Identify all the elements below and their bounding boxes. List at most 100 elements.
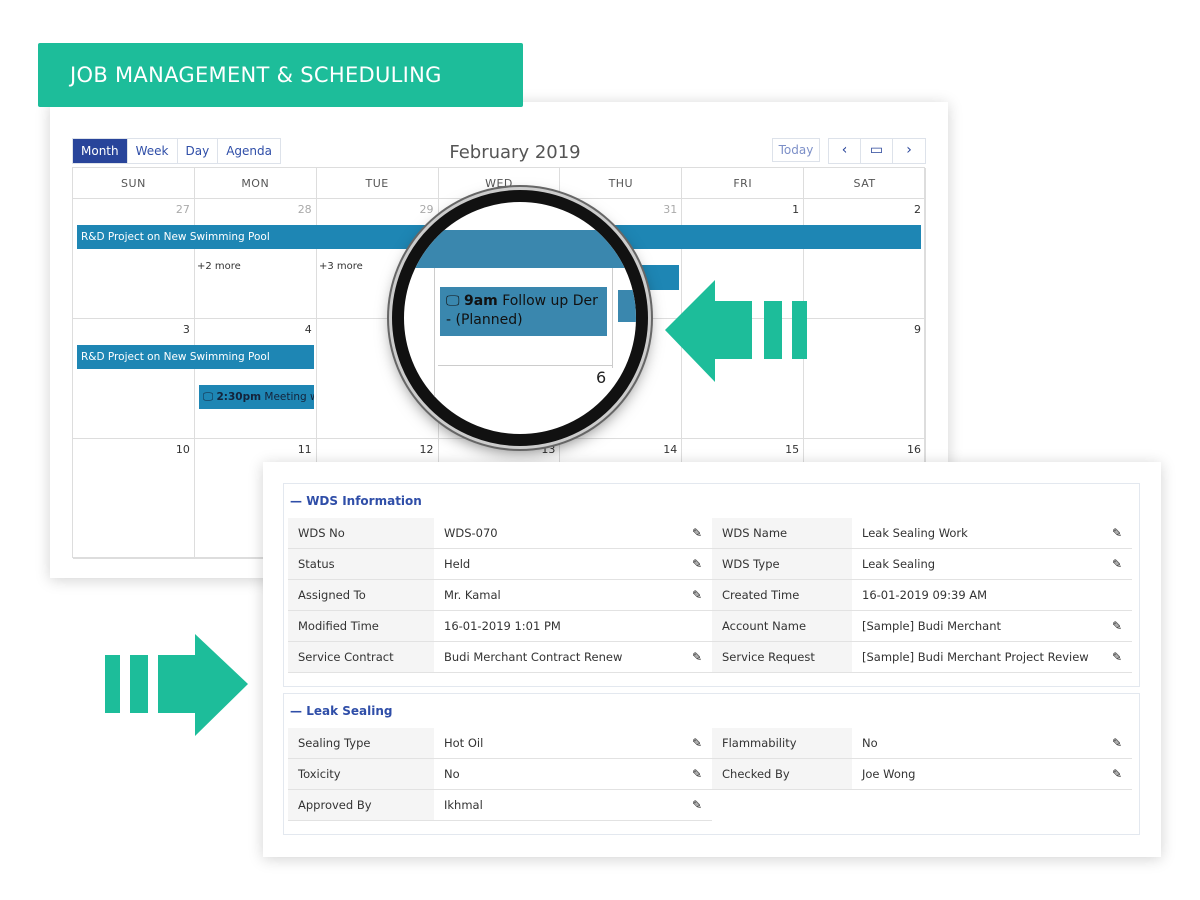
weekday-header: TUE: [316, 168, 439, 199]
section-wds-information: — WDS Information WDS No WDS-070 ✎ WDS N…: [283, 483, 1140, 687]
field-row: Status Held ✎: [288, 549, 712, 580]
event-title: Meeting w: [264, 391, 314, 403]
field-value: Leak Sealing Work: [862, 526, 968, 540]
event-followup[interactable]: 🖵 9am Follow up Der - (Planned): [440, 287, 607, 336]
event-time: 2:30pm: [216, 391, 262, 403]
field-label: Assigned To: [288, 580, 434, 610]
section-toggle[interactable]: — WDS Information: [290, 494, 422, 508]
event-zoomed-partial: [618, 290, 636, 322]
chevron-left-icon[interactable]: ‹: [829, 139, 861, 163]
field-label: WDS No: [288, 518, 434, 548]
field-row: Toxicity No ✎: [288, 759, 712, 790]
pencil-icon[interactable]: ✎: [692, 790, 702, 820]
field-row: Account Name [Sample] Budi Merchant ✎: [712, 611, 1132, 642]
field-row: Checked By Joe Wong ✎: [712, 759, 1132, 790]
pencil-icon[interactable]: ✎: [692, 549, 702, 579]
day-number: 14: [663, 443, 678, 456]
field-label: Service Contract: [288, 642, 434, 672]
magnifier-lens: 🖵 9am Follow up Der - (Planned) 6: [392, 190, 648, 446]
weekday-header: FRI: [682, 168, 805, 199]
field-value: Budi Merchant Contract Renew: [444, 650, 623, 664]
day-number: 15: [785, 443, 800, 456]
field-label: Modified Time: [288, 611, 434, 641]
tab-day[interactable]: Day: [177, 139, 219, 163]
more-link[interactable]: +3 more: [319, 261, 363, 272]
day-number: 11: [297, 443, 312, 456]
tab-agenda[interactable]: Agenda: [218, 139, 281, 163]
event-status: - (Planned): [446, 312, 523, 328]
day-number: 27: [175, 203, 190, 216]
pencil-icon[interactable]: ✎: [1112, 549, 1122, 579]
event-title: Follow up Der: [502, 293, 598, 309]
pencil-icon[interactable]: ✎: [692, 580, 702, 610]
day-number: 13: [541, 443, 556, 456]
chevron-right-icon[interactable]: ›: [893, 139, 925, 163]
monitor-icon: 🖵: [203, 391, 217, 403]
project-bar-zoomed: [404, 230, 636, 268]
calendar-nav: ‹ ▭ ›: [828, 138, 926, 164]
day-number: 31: [663, 203, 678, 216]
pencil-icon[interactable]: ✎: [1112, 518, 1122, 548]
pencil-icon[interactable]: ✎: [1112, 642, 1122, 672]
field-label: WDS Name: [712, 518, 852, 548]
field-label: Checked By: [712, 759, 852, 789]
field-value: WDS-070: [444, 526, 498, 540]
day-number: 28: [297, 203, 312, 216]
field-value: [Sample] Budi Merchant Project Review: [862, 650, 1089, 664]
monitor-icon: 🖵: [446, 293, 460, 309]
section-toggle[interactable]: — Leak Sealing: [290, 704, 392, 718]
field-value: No: [444, 767, 460, 781]
more-link[interactable]: +2 more: [197, 261, 241, 272]
field-row: Created Time 16-01-2019 09:39 AM: [712, 580, 1132, 611]
field-row: WDS Name Leak Sealing Work ✎: [712, 518, 1132, 549]
day-cell[interactable]: 28: [194, 199, 317, 319]
day-cell[interactable]: 27: [73, 199, 195, 319]
field-label: Account Name: [712, 611, 852, 641]
day-cell[interactable]: 9: [804, 319, 926, 439]
field-row: Service Contract Budi Merchant Contract …: [288, 642, 712, 673]
calendar-icon[interactable]: ▭: [861, 139, 893, 163]
field-label: Approved By: [288, 790, 434, 820]
field-label: Flammability: [712, 728, 852, 758]
today-button[interactable]: Today: [772, 138, 820, 162]
field-row: WDS Type Leak Sealing ✎: [712, 549, 1132, 580]
field-value: Leak Sealing: [862, 557, 936, 571]
pencil-icon[interactable]: ✎: [692, 759, 702, 789]
weekday-header: SAT: [804, 168, 926, 199]
day-cell[interactable]: 2: [804, 199, 926, 319]
day-number: 4: [304, 323, 312, 336]
field-label: Status: [288, 549, 434, 579]
field-value: Joe Wong: [862, 767, 916, 781]
pencil-icon[interactable]: ✎: [1112, 759, 1122, 789]
event-project-bar[interactable]: R&D Project on New Swimming Pool: [77, 345, 314, 369]
field-value: No: [862, 736, 878, 750]
day-number: 1: [792, 203, 800, 216]
day-number: 3: [182, 323, 190, 336]
event-meeting[interactable]: 🖵 2:30pm Meeting w: [199, 385, 314, 409]
tab-month[interactable]: Month: [73, 139, 128, 163]
day-number: 16: [906, 443, 921, 456]
section-leak-sealing: — Leak Sealing Sealing Type Hot Oil ✎ Fl…: [283, 693, 1140, 835]
field-row: Assigned To Mr. Kamal ✎: [288, 580, 712, 611]
field-row: Approved By Ikhmal ✎: [288, 790, 712, 821]
day-cell[interactable]: 10: [73, 439, 195, 559]
day-cell[interactable]: 4: [194, 319, 317, 439]
field-label: WDS Type: [712, 549, 852, 579]
weekday-header: THU: [560, 168, 683, 199]
field-row: Modified Time 16-01-2019 1:01 PM: [288, 611, 712, 642]
field-label: Toxicity: [288, 759, 434, 789]
weekday-header: SUN: [73, 168, 195, 199]
field-value: 16-01-2019 1:01 PM: [444, 619, 561, 633]
pencil-icon[interactable]: ✎: [692, 518, 702, 548]
day-cell[interactable]: 3: [73, 319, 195, 439]
month-title: February 2019: [449, 142, 581, 163]
pencil-icon[interactable]: ✎: [1112, 728, 1122, 758]
pencil-icon[interactable]: ✎: [692, 728, 702, 758]
day-number: 9: [913, 323, 921, 336]
pencil-icon[interactable]: ✎: [1112, 611, 1122, 641]
day-number: 2: [913, 203, 921, 216]
pencil-icon[interactable]: ✎: [692, 642, 702, 672]
field-label: Service Request: [712, 642, 852, 672]
tab-week[interactable]: Week: [127, 139, 178, 163]
view-tabs: Month Week Day Agenda: [72, 138, 282, 164]
